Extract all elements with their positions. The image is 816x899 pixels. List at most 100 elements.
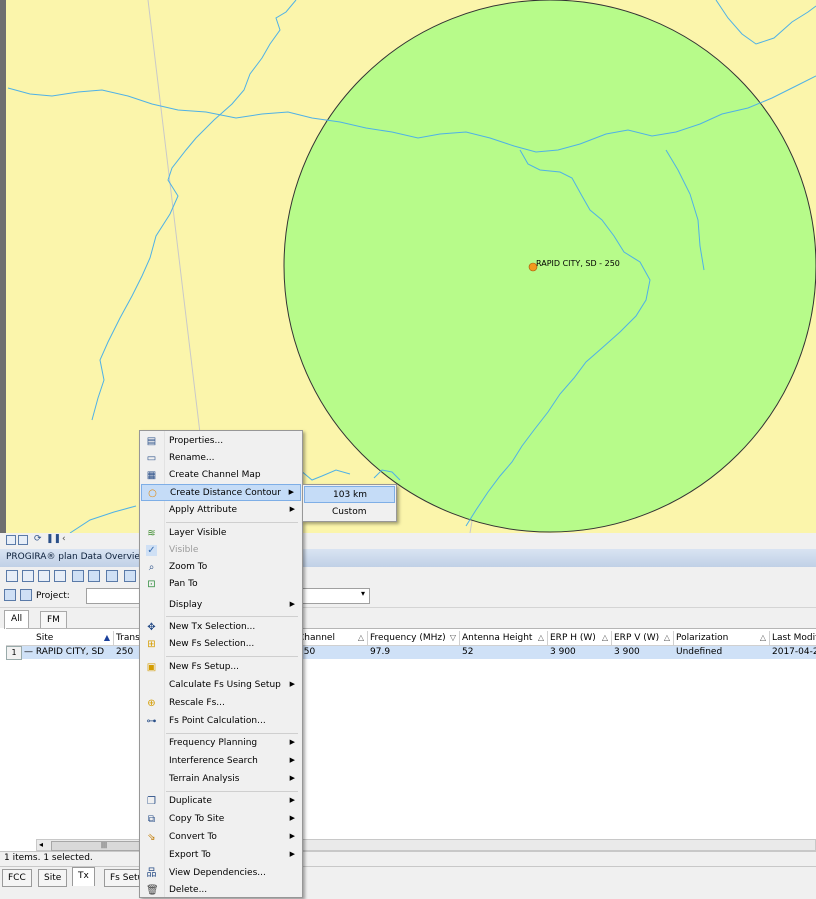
menu-separator xyxy=(166,522,298,523)
sort-icon: △ xyxy=(357,633,364,642)
menu-item-view-dependencies[interactable]: 品 View Dependencies... xyxy=(141,865,301,882)
sort-icon: △ xyxy=(601,633,608,642)
fs-setup-icon: ▣ xyxy=(146,662,157,673)
menu-separator xyxy=(166,616,298,617)
sort-icon: △ xyxy=(537,633,544,642)
map-left-border xyxy=(0,0,6,533)
submenu-arrow-icon: ▶ xyxy=(289,850,295,858)
menu-item-copy-to-site[interactable]: ⧉ Copy To Site ▶ xyxy=(141,811,301,828)
submenu-arrow-icon: ▶ xyxy=(289,680,295,688)
cell-site: — RAPID CITY, SD xyxy=(24,647,105,657)
check-icon: ✓ xyxy=(146,545,157,556)
refresh-icon[interactable]: ⟳ xyxy=(34,534,42,544)
rescale-icon: ⊕ xyxy=(147,698,156,709)
menu-item-zoom-to[interactable]: ⌕ Zoom To xyxy=(141,559,301,576)
tab-all[interactable]: All xyxy=(4,610,30,629)
split-horizontal-icon[interactable] xyxy=(72,570,84,582)
bottom-tabs: FCC Site Tx Fs Setu xyxy=(0,866,816,899)
sort-icon: △ xyxy=(759,633,766,642)
table-row[interactable]: — RAPID CITY, SD 250 250 97.9 52 3 900 3… xyxy=(6,646,816,659)
cell-erp-h: 3 900 xyxy=(550,647,576,657)
window-icon[interactable] xyxy=(106,570,118,582)
menu-item-visible: ✓ Visible xyxy=(146,545,199,556)
tab-fcc[interactable]: FCC xyxy=(2,869,32,887)
menu-item-duplicate[interactable]: ❐ Duplicate ▶ xyxy=(141,793,301,810)
column-header-last-modified[interactable]: Last Modifi xyxy=(770,631,816,645)
submenu-arrow-icon: ▶ xyxy=(289,774,295,782)
pause-icon[interactable]: ❚❚ xyxy=(46,534,61,544)
row-number: 1 xyxy=(6,646,22,660)
submenu-item-custom[interactable]: Custom xyxy=(304,504,395,521)
panel-icon[interactable] xyxy=(124,570,136,582)
menu-item-calculate-fs-using-setup[interactable]: Calculate Fs Using Setup ▶ xyxy=(141,677,301,694)
data-grid: Site ▲ Transm Channel △ Frequency (MHz) ▽ A… xyxy=(6,628,816,839)
menu-item-export-to[interactable]: Export To ▶ xyxy=(141,847,301,864)
layers-icon: ≋ xyxy=(147,528,156,539)
panel-title-bar: PROGIRA® plan Data Overview xyxy=(0,549,816,568)
collapse-icon[interactable]: ‹ xyxy=(62,534,66,544)
tree-line-icon: — xyxy=(24,647,36,657)
menu-item-properties[interactable]: ▤ Properties... xyxy=(141,433,301,450)
map-marker-label: RAPID CITY, SD - 250 xyxy=(536,259,620,268)
tab-tx[interactable]: Tx xyxy=(72,867,95,886)
menu-item-pan-to[interactable]: ⊡ Pan To xyxy=(141,576,301,593)
expand-icon[interactable] xyxy=(4,589,16,601)
column-header-polarization[interactable]: Polarization △ xyxy=(674,631,770,645)
menu-item-new-tx-selection[interactable]: ✥ New Tx Selection... xyxy=(141,619,301,636)
map-canvas[interactable] xyxy=(0,0,816,533)
menu-item-frequency-planning[interactable]: Frequency Planning ▶ xyxy=(141,735,301,752)
column-header-channel[interactable]: Channel △ xyxy=(296,631,368,645)
menu-item-interference-search[interactable]: Interference Search ▶ xyxy=(141,753,301,770)
menu-separator xyxy=(166,733,298,734)
column-header-antenna-height[interactable]: Antenna Height △ xyxy=(460,631,548,645)
copy-to-site-icon: ⧉ xyxy=(147,814,156,825)
menu-item-fs-point-calculation[interactable]: ⊶ Fs Point Calculation... xyxy=(141,713,301,730)
filter-tabs: All FM xyxy=(0,608,816,629)
submenu-item-103-km[interactable]: 103 km xyxy=(304,486,395,503)
duplicate-icon: ❐ xyxy=(147,796,156,807)
status-text: 1 items. 1 selected. xyxy=(4,853,93,863)
menu-item-new-fs-selection[interactable]: ⊞ New Fs Selection... xyxy=(141,636,301,653)
menu-item-display[interactable]: Display ▶ xyxy=(141,597,301,614)
map-toolbar: ⟳ ❚❚ ‹ xyxy=(0,533,816,550)
channel-map-icon: ▦ xyxy=(146,470,157,481)
tx-selection-icon: ✥ xyxy=(147,622,156,633)
tab-site[interactable]: Site xyxy=(38,869,68,887)
rename-icon: ▭ xyxy=(146,453,157,464)
menu-item-terrain-analysis[interactable]: Terrain Analysis ▶ xyxy=(141,771,301,788)
collapse-all-icon[interactable] xyxy=(20,589,32,601)
map-view[interactable]: RAPID CITY, SD - 250 xyxy=(0,0,816,533)
menu-item-delete[interactable]: 🗑 Delete... xyxy=(141,882,301,899)
column-header-frequency[interactable]: Frequency (MHz) ▽ xyxy=(368,631,460,645)
menu-item-rename[interactable]: ▭ Rename... xyxy=(141,450,301,467)
grid-header: Site ▲ Transm Channel △ Frequency (MHz) ▽ A… xyxy=(6,631,816,646)
menu-item-layer-visible[interactable]: ≋ Layer Visible xyxy=(141,525,301,542)
menu-item-rescale-fs[interactable]: ⊕ Rescale Fs... xyxy=(141,695,301,712)
tab-fm[interactable]: FM xyxy=(40,611,67,628)
scroll-left-icon[interactable]: ◂ xyxy=(39,840,43,849)
column-header-erp-h[interactable]: ERP H (W) △ xyxy=(548,631,612,645)
menu-item-new-fs-setup[interactable]: ▣ New Fs Setup... xyxy=(141,659,301,676)
submenu-arrow-icon: ▶ xyxy=(289,814,295,822)
menu-item-convert-to[interactable]: ⇘ Convert To ▶ xyxy=(141,829,301,846)
lock-red-icon[interactable] xyxy=(22,570,34,582)
column-header-erp-v[interactable]: ERP V (W) △ xyxy=(612,631,674,645)
menu-item-apply-attribute[interactable]: Apply Attribute ▶ xyxy=(141,502,301,519)
cell-erp-v: 3 900 xyxy=(614,647,640,657)
menu-item-create-channel-map[interactable]: ▦ Create Channel Map xyxy=(141,467,301,484)
column-header-site[interactable]: Site ▲ xyxy=(34,631,114,645)
layout-icon[interactable] xyxy=(18,535,28,545)
magnifier-icon: ⌕ xyxy=(148,562,155,573)
status-bar: 1 items. 1 selected. xyxy=(0,851,816,866)
menu-item-create-distance-contour[interactable]: ○ Create Distance Contour ▶ xyxy=(141,484,301,501)
sort-icon: △ xyxy=(663,633,670,642)
grid-toggle-icon[interactable] xyxy=(6,535,16,545)
lock-icon[interactable] xyxy=(6,570,18,582)
lock-add-icon[interactable] xyxy=(38,570,50,582)
split-vertical-icon[interactable] xyxy=(88,570,100,582)
distance-contour-submenu: 103 km Custom xyxy=(302,484,397,522)
unlock-icon[interactable] xyxy=(54,570,66,582)
panel-toolbar xyxy=(0,567,816,585)
convert-icon: ⇘ xyxy=(147,832,156,843)
menu-separator xyxy=(166,656,298,657)
